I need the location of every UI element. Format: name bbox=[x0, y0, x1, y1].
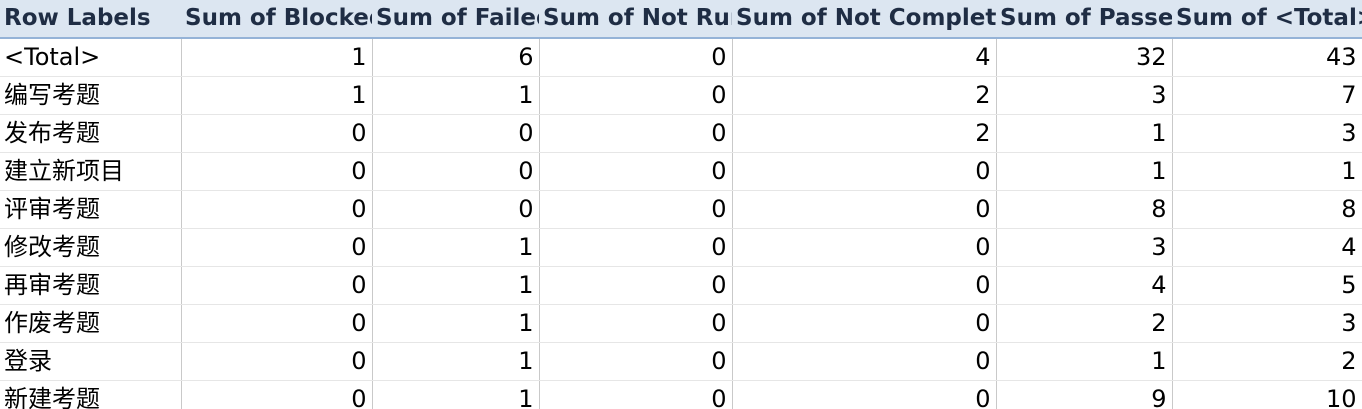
row-label[interactable]: 建立新项目 bbox=[0, 152, 182, 191]
cell-total[interactable]: 43 bbox=[1172, 38, 1362, 77]
cell-passed[interactable]: 4 bbox=[996, 266, 1173, 305]
pivot-table: Row Labels Sum of Blocked Sum of Failed … bbox=[0, 0, 1362, 409]
table-row[interactable]: 再审考题 0 1 0 0 4 5 bbox=[0, 266, 1362, 305]
cell-failed[interactable]: 1 bbox=[372, 76, 540, 115]
cell-not-completed[interactable]: 0 bbox=[732, 152, 997, 191]
cell-passed[interactable]: 1 bbox=[996, 114, 1173, 153]
cell-not-completed[interactable]: 2 bbox=[732, 76, 997, 115]
cell-total[interactable]: 8 bbox=[1172, 190, 1362, 229]
cell-passed[interactable]: 1 bbox=[996, 152, 1173, 191]
cell-total[interactable]: 10 bbox=[1172, 380, 1362, 409]
cell-not-run[interactable]: 0 bbox=[539, 266, 733, 305]
cell-failed[interactable]: 1 bbox=[372, 380, 540, 409]
cell-not-completed[interactable]: 4 bbox=[732, 38, 997, 77]
cell-not-run[interactable]: 0 bbox=[539, 152, 733, 191]
cell-blocked[interactable]: 0 bbox=[181, 304, 373, 343]
cell-not-run[interactable]: 0 bbox=[539, 76, 733, 115]
cell-not-completed[interactable]: 2 bbox=[732, 114, 997, 153]
cell-not-completed[interactable]: 0 bbox=[732, 190, 997, 229]
cell-passed[interactable]: 3 bbox=[996, 76, 1173, 115]
row-label[interactable]: 再审考题 bbox=[0, 266, 182, 305]
cell-passed[interactable]: 2 bbox=[996, 304, 1173, 343]
row-label[interactable]: 登录 bbox=[0, 342, 182, 381]
cell-total[interactable]: 5 bbox=[1172, 266, 1362, 305]
cell-not-run[interactable]: 0 bbox=[539, 114, 733, 153]
cell-not-run[interactable]: 0 bbox=[539, 342, 733, 381]
cell-not-run[interactable]: 0 bbox=[539, 380, 733, 409]
header-sum-failed[interactable]: Sum of Failed bbox=[372, 0, 539, 39]
cell-blocked[interactable]: 0 bbox=[181, 266, 373, 305]
cell-passed[interactable]: 8 bbox=[996, 190, 1173, 229]
row-label[interactable]: 修改考题 bbox=[0, 228, 182, 267]
cell-failed[interactable]: 1 bbox=[372, 342, 540, 381]
table-row[interactable]: 发布考题 0 0 0 2 1 3 bbox=[0, 114, 1362, 153]
cell-not-completed[interactable]: 0 bbox=[732, 228, 997, 267]
cell-not-completed[interactable]: 0 bbox=[732, 304, 997, 343]
table-row[interactable]: 建立新项目 0 0 0 0 1 1 bbox=[0, 152, 1362, 191]
cell-blocked[interactable]: 0 bbox=[181, 190, 373, 229]
cell-blocked[interactable]: 0 bbox=[181, 342, 373, 381]
cell-failed[interactable]: 1 bbox=[372, 304, 540, 343]
row-label[interactable]: 发布考题 bbox=[0, 114, 182, 153]
cell-blocked[interactable]: 0 bbox=[181, 152, 373, 191]
cell-failed[interactable]: 6 bbox=[372, 38, 540, 77]
cell-total[interactable]: 4 bbox=[1172, 228, 1362, 267]
cell-blocked[interactable]: 0 bbox=[181, 114, 373, 153]
cell-failed[interactable]: 0 bbox=[372, 152, 540, 191]
cell-not-run[interactable]: 0 bbox=[539, 190, 733, 229]
table-row[interactable]: 登录 0 1 0 0 1 2 bbox=[0, 342, 1362, 381]
table-row[interactable]: <Total> 1 6 0 4 32 43 bbox=[0, 38, 1362, 77]
table-row[interactable]: 评审考题 0 0 0 0 8 8 bbox=[0, 190, 1362, 229]
cell-passed[interactable]: 32 bbox=[996, 38, 1173, 77]
row-label[interactable]: <Total> bbox=[0, 38, 182, 77]
cell-failed[interactable]: 0 bbox=[372, 190, 540, 229]
cell-not-completed[interactable]: 0 bbox=[732, 266, 997, 305]
cell-failed[interactable]: 1 bbox=[372, 228, 540, 267]
pivot-grid: Row Labels Sum of Blocked Sum of Failed … bbox=[0, 0, 1362, 409]
table-row[interactable]: 作废考题 0 1 0 0 2 3 bbox=[0, 304, 1362, 343]
cell-total[interactable]: 3 bbox=[1172, 114, 1362, 153]
cell-not-completed[interactable]: 0 bbox=[732, 342, 997, 381]
cell-not-run[interactable]: 0 bbox=[539, 38, 733, 77]
header-row-labels[interactable]: Row Labels bbox=[0, 0, 181, 39]
row-label[interactable]: 作废考题 bbox=[0, 304, 182, 343]
cell-not-completed[interactable]: 0 bbox=[732, 380, 997, 409]
header-sum-not-run[interactable]: Sum of Not Run bbox=[539, 0, 732, 39]
row-label[interactable]: 评审考题 bbox=[0, 190, 182, 229]
table-row[interactable]: 修改考题 0 1 0 0 3 4 bbox=[0, 228, 1362, 267]
table-row[interactable]: 新建考题 0 1 0 0 9 10 bbox=[0, 380, 1362, 409]
cell-passed[interactable]: 3 bbox=[996, 228, 1173, 267]
cell-passed[interactable]: 9 bbox=[996, 380, 1173, 409]
row-label[interactable]: 编写考题 bbox=[0, 76, 182, 115]
row-label[interactable]: 新建考题 bbox=[0, 380, 182, 409]
cell-failed[interactable]: 1 bbox=[372, 266, 540, 305]
cell-not-run[interactable]: 0 bbox=[539, 304, 733, 343]
cell-passed[interactable]: 1 bbox=[996, 342, 1173, 381]
cell-not-run[interactable]: 0 bbox=[539, 228, 733, 267]
cell-total[interactable]: 3 bbox=[1172, 304, 1362, 343]
header-sum-blocked[interactable]: Sum of Blocked bbox=[181, 0, 372, 39]
cell-blocked[interactable]: 0 bbox=[181, 228, 373, 267]
header-sum-total[interactable]: Sum of <Total> bbox=[1172, 0, 1362, 39]
cell-failed[interactable]: 0 bbox=[372, 114, 540, 153]
cell-total[interactable]: 1 bbox=[1172, 152, 1362, 191]
table-row[interactable]: 编写考题 1 1 0 2 3 7 bbox=[0, 76, 1362, 115]
header-sum-not-completed[interactable]: Sum of Not Completed bbox=[732, 0, 996, 39]
cell-total[interactable]: 2 bbox=[1172, 342, 1362, 381]
header-sum-passed[interactable]: Sum of Passed bbox=[996, 0, 1172, 39]
cell-blocked[interactable]: 0 bbox=[181, 380, 373, 409]
header-row: Row Labels Sum of Blocked Sum of Failed … bbox=[0, 0, 1362, 39]
cell-total[interactable]: 7 bbox=[1172, 76, 1362, 115]
cell-blocked[interactable]: 1 bbox=[181, 38, 373, 77]
cell-blocked[interactable]: 1 bbox=[181, 76, 373, 115]
